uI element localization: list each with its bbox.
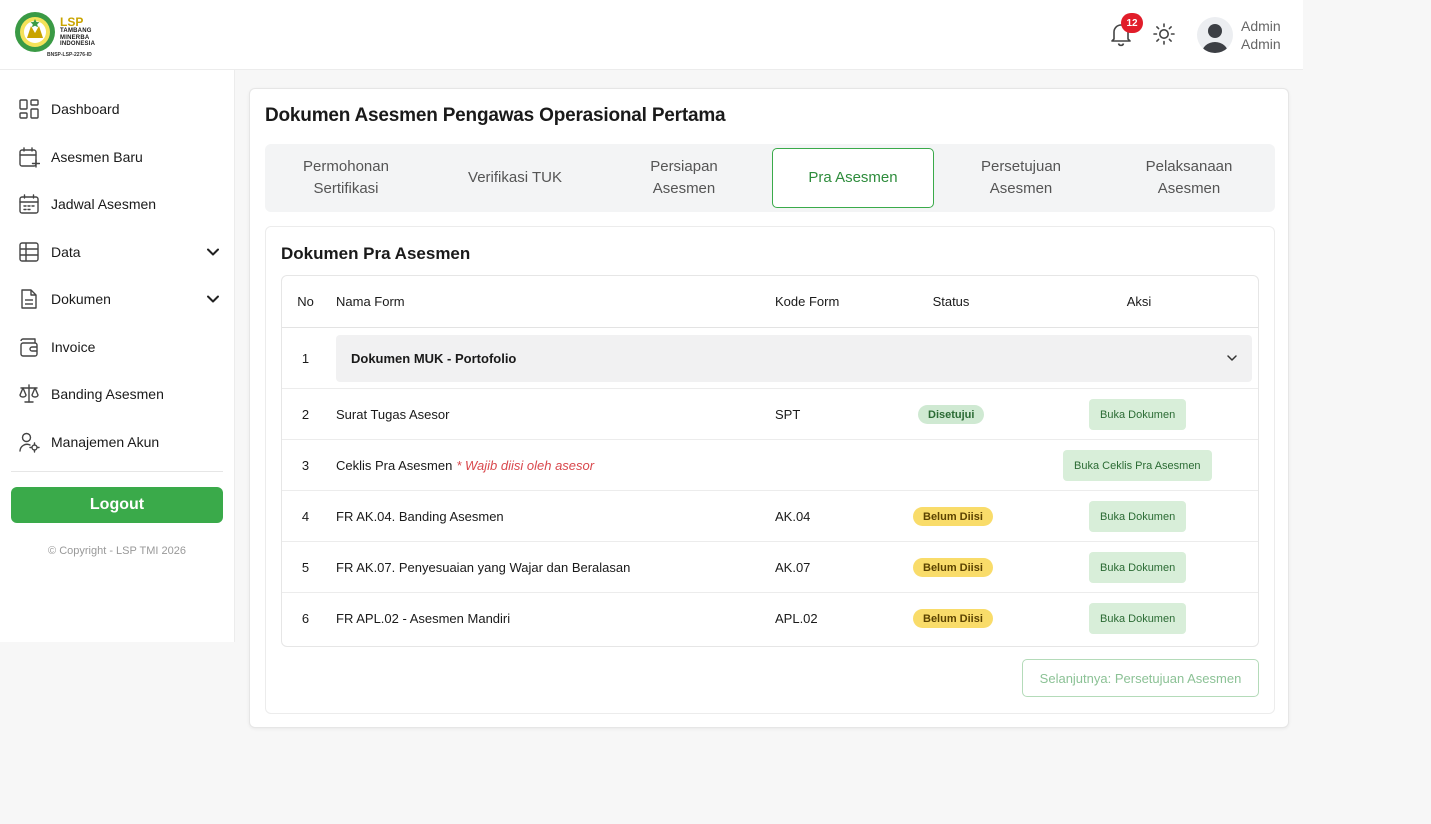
sidebar-item-manajemen-akun[interactable]: Manajemen Akun: [18, 427, 228, 457]
row-number: 5: [301, 560, 310, 575]
step-tabs: Permohonan Sertifikasi Verifikasi TUK Pe…: [265, 144, 1275, 212]
form-code: AK.04: [775, 509, 811, 524]
sidebar-item-label: Jadwal Asesmen: [51, 196, 157, 212]
row-number: 4: [301, 509, 310, 524]
form-code: APL.02: [775, 611, 818, 626]
form-name: Ceklis Pra Asesmen: [336, 458, 453, 473]
open-document-button[interactable]: Buka Dokumen: [1089, 552, 1187, 583]
tab-permohonan-sertifikasi[interactable]: Permohonan Sertifikasi: [265, 148, 427, 208]
section-title: Dokumen Pra Asesmen: [281, 244, 471, 263]
logo-line: INDONESIA: [60, 41, 96, 47]
accordion-label: Dokumen MUK - Portofolio: [351, 351, 517, 366]
documents-card: Dokumen Pra Asesmen No Nama Form Kode Fo…: [265, 226, 1275, 714]
calendar-plus-icon: [19, 147, 40, 168]
sidebar-item-label: Asesmen Baru: [51, 149, 143, 165]
notification-badge: 12: [1121, 13, 1143, 33]
avatar[interactable]: [1197, 17, 1233, 53]
logo-text: LSP TAMBANG MINERBA INDONESIA: [60, 16, 95, 48]
tab-verifikasi-tuk[interactable]: Verifikasi TUK: [434, 148, 596, 208]
tab-persiapan-asesmen[interactable]: Persiapan Asesmen: [603, 148, 765, 208]
sidebar-item-data[interactable]: Data: [18, 237, 228, 267]
sidebar-item-jadwal-asesmen[interactable]: Jadwal Asesmen: [18, 189, 228, 219]
dashboard-icon: [19, 99, 39, 119]
logo-emblem-icon: [15, 12, 55, 52]
sidebar-item-asesmen-baru[interactable]: Asesmen Baru: [18, 142, 228, 172]
open-document-button[interactable]: Buka Dokumen: [1089, 399, 1187, 430]
form-name: FR APL.02 - Asesmen Mandiri: [336, 611, 511, 626]
required-note: * Wajib diisi oleh asesor: [456, 458, 595, 473]
user-name[interactable]: Admin Admin: [1241, 17, 1281, 53]
logo-line: TAMBANG: [60, 28, 92, 34]
status-badge: Belum Diisi: [913, 558, 993, 577]
table-row: 4 FR AK.04. Banding Asesmen AK.04 Belum …: [282, 491, 1258, 542]
sidebar-item-label: Invoice: [51, 339, 96, 355]
user-avatar-icon: [1202, 24, 1228, 53]
sidebar-item-label: Dokumen: [51, 291, 111, 307]
user-gear-icon: [19, 432, 40, 453]
sidebar-item-banding-asesmen[interactable]: Banding Asesmen: [18, 379, 228, 409]
copyright: © Copyright - LSP TMI 2026: [48, 545, 186, 557]
main-card: Dokumen Asesmen Pengawas Operasional Per…: [249, 88, 1289, 728]
calendar-icon: [19, 194, 39, 214]
user-first-name: Admin: [1241, 18, 1281, 34]
lsp-logo[interactable]: LSP TAMBANG MINERBA INDONESIA BNSP-LSP-2…: [14, 11, 104, 61]
column-header-kode: Kode Form: [775, 294, 840, 309]
wallet-icon: [20, 338, 38, 357]
open-checklist-button[interactable]: Buka Ceklis Pra Asesmen: [1063, 450, 1212, 481]
table-row: 2 Surat Tugas Asesor SPT Disetujui Buka …: [282, 389, 1258, 440]
tab-persetujuan-asesmen[interactable]: Persetujuan Asesmen: [940, 148, 1102, 208]
logo-title: LSP: [60, 15, 84, 29]
chevron-down-icon: [207, 295, 219, 303]
table-row: 5 FR AK.07. Penyesuaian yang Wajar dan B…: [282, 542, 1258, 593]
form-name-cell: Ceklis Pra Asesmen * Wajib diisi oleh as…: [336, 440, 594, 491]
form-name: FR AK.04. Banding Asesmen: [336, 509, 504, 524]
sidebar: Dashboard Asesmen Baru Jadwal Asesmen Da…: [0, 70, 235, 642]
logout-button[interactable]: Logout: [11, 487, 223, 523]
status-badge: Belum Diisi: [913, 507, 993, 526]
chevron-down-icon: [1227, 355, 1237, 361]
status-badge: Disetujui: [918, 405, 985, 424]
status-badge: Belum Diisi: [913, 609, 993, 628]
sidebar-item-dashboard[interactable]: Dashboard: [18, 94, 228, 124]
open-document-button[interactable]: Buka Dokumen: [1089, 603, 1187, 634]
sidebar-item-label: Data: [51, 244, 81, 260]
logo-code: BNSP-LSP-2276-ID: [47, 52, 92, 58]
form-name: Surat Tugas Asesor: [336, 407, 450, 422]
row-number: 1: [301, 351, 310, 366]
table-row: 3 Ceklis Pra Asesmen * Wajib diisi oleh …: [282, 440, 1258, 491]
sidebar-item-label: Manajemen Akun: [51, 434, 160, 450]
tab-pelaksanaan-asesmen[interactable]: Pelaksanaan Asesmen: [1108, 148, 1270, 208]
page-title: Dokumen Asesmen Pengawas Operasional Per…: [265, 105, 726, 126]
accordion-muk-portofolio[interactable]: Dokumen MUK - Portofolio: [336, 335, 1252, 382]
table-row: 1 Dokumen MUK - Portofolio: [282, 328, 1258, 389]
sidebar-item-label: Dashboard: [51, 101, 120, 117]
tab-pra-asesmen[interactable]: Pra Asesmen: [772, 148, 934, 208]
column-header-aksi: Aksi: [1126, 294, 1152, 309]
sidebar-item-dokumen[interactable]: Dokumen: [18, 284, 228, 314]
chevron-down-icon: [207, 248, 219, 256]
scale-icon: [19, 384, 39, 403]
row-number: 2: [301, 407, 310, 422]
documents-table: No Nama Form Kode Form Status Aksi 1 Dok…: [281, 275, 1259, 647]
column-header-status: Status: [932, 294, 970, 309]
theme-toggle-sun-icon[interactable]: [1152, 22, 1176, 46]
next-step-button[interactable]: Selanjutnya: Persetujuan Asesmen: [1022, 659, 1259, 697]
user-last-name: Admin: [1241, 36, 1281, 52]
row-number: 6: [301, 611, 310, 626]
row-number: 3: [301, 458, 310, 473]
table-row: 6 FR APL.02 - Asesmen Mandiri APL.02 Bel…: [282, 593, 1258, 644]
column-header-no: No: [297, 294, 314, 309]
sidebar-divider: [11, 471, 223, 472]
document-icon: [21, 289, 37, 309]
form-code: AK.07: [775, 560, 811, 575]
top-bar: LSP TAMBANG MINERBA INDONESIA BNSP-LSP-2…: [0, 0, 1303, 70]
open-document-button[interactable]: Buka Dokumen: [1089, 501, 1187, 532]
table-icon: [19, 242, 39, 262]
form-code: SPT: [775, 407, 801, 422]
column-header-nama: Nama Form: [336, 294, 405, 309]
sidebar-item-label: Banding Asesmen: [51, 386, 164, 402]
form-name: FR AK.07. Penyesuaian yang Wajar dan Ber…: [336, 560, 631, 575]
sidebar-item-invoice[interactable]: Invoice: [18, 332, 228, 362]
